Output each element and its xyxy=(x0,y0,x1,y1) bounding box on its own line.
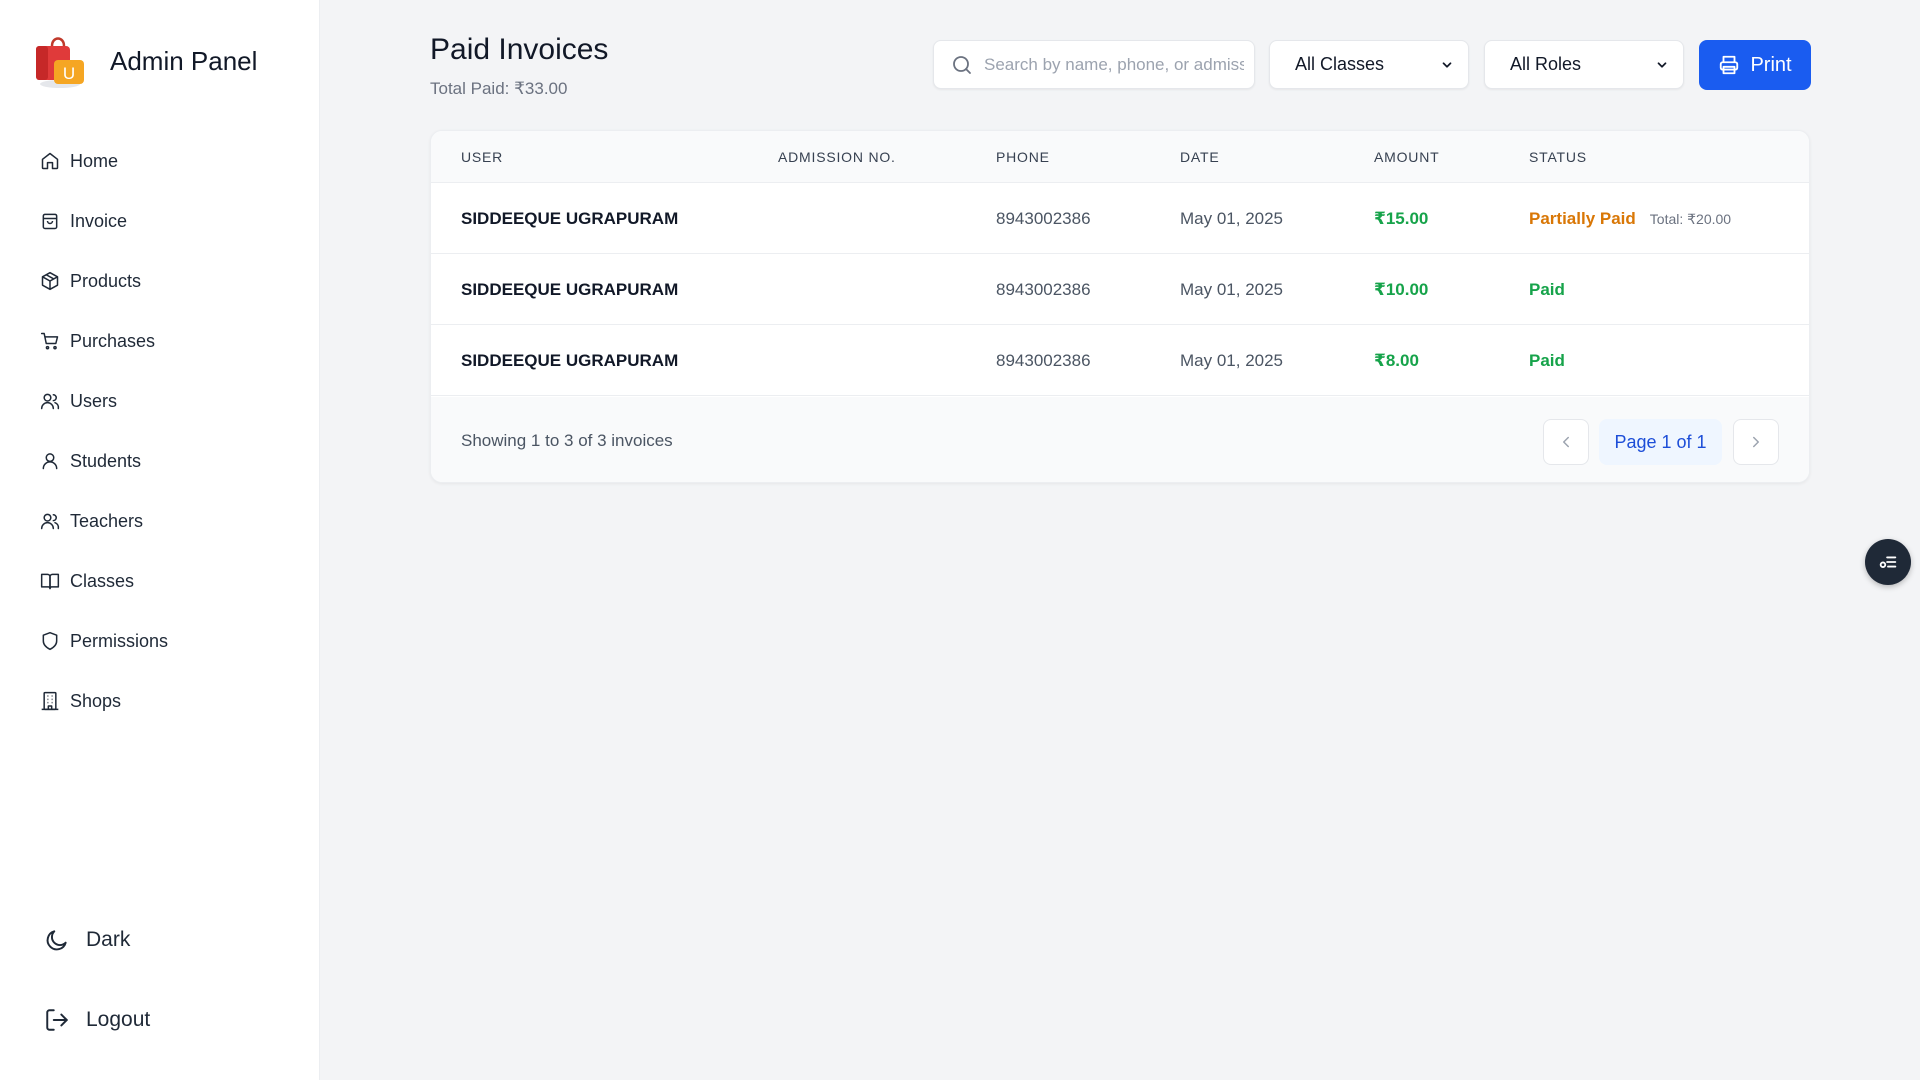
cart-icon xyxy=(40,332,59,350)
class-filter-select[interactable]: All Classes xyxy=(1269,40,1469,89)
chevron-down-icon xyxy=(1657,61,1667,68)
column-header-date: DATE xyxy=(1180,149,1220,165)
shield-icon xyxy=(42,631,58,651)
row-phone: 8943002386 xyxy=(996,351,1091,370)
column-header-phone: PHONE xyxy=(996,149,1050,165)
search-box[interactable] xyxy=(933,40,1255,89)
column-header-status: STATUS xyxy=(1529,149,1587,165)
row-phone: 8943002386 xyxy=(996,280,1091,299)
user-icon xyxy=(42,453,58,470)
shopping-bag-icon: U xyxy=(36,37,84,88)
chevron-right-icon xyxy=(1753,436,1759,448)
sidebar-item-shops[interactable]: Shops xyxy=(40,671,168,731)
floating-action-button[interactable] xyxy=(1865,539,1911,585)
row-status: Paid xyxy=(1529,325,1579,397)
theme-toggle-label: Dark xyxy=(86,928,131,951)
sidebar-item-teachers[interactable]: Teachers xyxy=(40,491,168,551)
row-user: SIDDEEQUE UGRAPURAM xyxy=(461,280,679,299)
row-status: Paid xyxy=(1529,254,1579,326)
sidebar-item-label: Users xyxy=(70,390,118,411)
status-badge: Partially Paid xyxy=(1529,209,1636,228)
sidebar-item-label: Home xyxy=(70,150,119,171)
row-total: Total: ₹20.00 xyxy=(1649,211,1732,227)
brand-logo-letter: U xyxy=(63,64,75,83)
moon-icon xyxy=(46,930,67,951)
sidebar-item-invoice[interactable]: Invoice xyxy=(40,191,168,251)
book-icon xyxy=(40,573,60,590)
row-status: Partially Paid Total: ₹20.00 xyxy=(1529,183,1731,255)
prev-page-button[interactable] xyxy=(1543,419,1589,465)
search-icon xyxy=(953,55,971,74)
role-filter-select[interactable]: All Roles xyxy=(1484,40,1684,89)
logout-icon xyxy=(46,1009,68,1031)
sidebar-item-label: Purchases xyxy=(70,330,156,351)
chevron-down-icon xyxy=(1442,61,1452,68)
chevron-left-icon xyxy=(1563,436,1569,448)
sidebar-item-label: Shops xyxy=(70,690,122,711)
total-paid-summary: Total Paid: ₹33.00 xyxy=(430,79,568,98)
filter-list-icon xyxy=(1879,556,1897,568)
home-icon xyxy=(41,152,59,170)
logout-button[interactable]: Logout xyxy=(44,1007,150,1033)
row-amount: ₹15.00 xyxy=(1374,209,1429,228)
showing-summary: Showing 1 to 3 of 3 invoices xyxy=(461,431,673,450)
sidebar: U Admin Panel Home Invoice Products Purc… xyxy=(0,0,320,1080)
row-user: SIDDEEQUE UGRAPURAM xyxy=(461,351,679,370)
sidebar-item-purchases[interactable]: Purchases xyxy=(40,311,168,371)
column-header-admission-no: ADMISSION NO. xyxy=(778,149,896,165)
print-button[interactable]: Print xyxy=(1699,40,1811,90)
row-amount: ₹8.00 xyxy=(1374,351,1419,370)
sidebar-item-students[interactable]: Students xyxy=(40,431,168,491)
sidebar-item-classes[interactable]: Classes xyxy=(40,551,168,611)
printer-icon xyxy=(1720,55,1739,75)
logout-label: Logout xyxy=(86,1008,151,1031)
print-label: Print xyxy=(1750,53,1792,76)
brand-title: Admin Panel xyxy=(110,45,258,76)
pagination-bar: Showing 1 to 3 of 3 invoices Page 1 of 1 xyxy=(431,397,1809,482)
users-icon xyxy=(40,393,60,410)
column-header-amount: AMOUNT xyxy=(1374,149,1440,165)
status-badge: Paid xyxy=(1529,280,1565,299)
sidebar-item-label: Teachers xyxy=(70,510,144,531)
row-amount: ₹10.00 xyxy=(1374,280,1429,299)
table-header: USER ADMISSION NO. PHONE DATE AMOUNT STA… xyxy=(431,131,1809,183)
page-title: Paid Invoices xyxy=(430,33,609,66)
next-page-button[interactable] xyxy=(1733,419,1779,465)
sidebar-item-home[interactable]: Home xyxy=(40,131,168,191)
building-icon xyxy=(41,691,59,711)
sidebar-item-label: Products xyxy=(70,270,142,291)
table-row[interactable]: SIDDEEQUE UGRAPURAM 8943002386 May 01, 2… xyxy=(431,254,1809,325)
invoices-table: USER ADMISSION NO. PHONE DATE AMOUNT STA… xyxy=(430,130,1810,483)
sidebar-nav: Home Invoice Products Purchases Users St… xyxy=(40,131,168,731)
sidebar-item-label: Students xyxy=(70,450,142,471)
theme-toggle[interactable]: Dark xyxy=(44,927,130,953)
search-input[interactable] xyxy=(984,54,1244,75)
table-row[interactable]: SIDDEEQUE UGRAPURAM 8943002386 May 01, 2… xyxy=(431,325,1809,396)
row-date: May 01, 2025 xyxy=(1180,280,1284,299)
sidebar-item-label: Invoice xyxy=(70,210,128,231)
role-filter-value: All Roles xyxy=(1510,54,1582,74)
status-badge: Paid xyxy=(1529,351,1565,370)
sidebar-item-users[interactable]: Users xyxy=(40,371,168,431)
users-icon xyxy=(40,513,60,530)
brand[interactable]: U Admin Panel xyxy=(30,30,257,92)
row-user: SIDDEEQUE UGRAPURAM xyxy=(461,209,679,228)
sidebar-item-permissions[interactable]: Permissions xyxy=(40,611,168,671)
page-indicator: Page 1 of 1 xyxy=(1599,419,1722,465)
sidebar-item-label: Permissions xyxy=(70,630,169,651)
table-row[interactable]: SIDDEEQUE UGRAPURAM 8943002386 May 01, 2… xyxy=(431,183,1809,254)
row-date: May 01, 2025 xyxy=(1180,209,1284,228)
row-date: May 01, 2025 xyxy=(1180,351,1284,370)
class-filter-value: All Classes xyxy=(1295,54,1385,74)
invoice-icon xyxy=(42,213,58,230)
column-header-user: USER xyxy=(461,149,504,165)
sidebar-item-label: Classes xyxy=(70,570,135,591)
package-icon xyxy=(41,271,59,291)
row-phone: 8943002386 xyxy=(996,209,1091,228)
sidebar-item-products[interactable]: Products xyxy=(40,251,168,311)
